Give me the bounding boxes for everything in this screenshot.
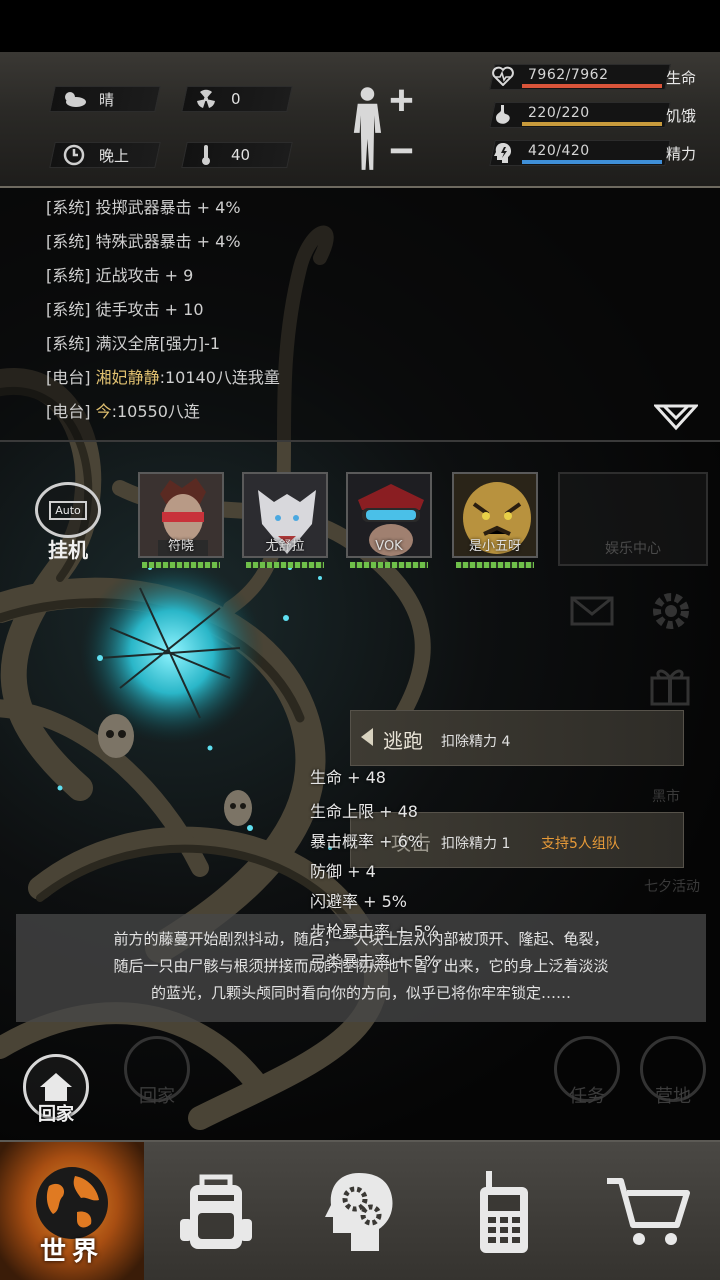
backpack-icon <box>180 1174 252 1249</box>
flee-cost: 扣除精力 4 <box>441 734 511 750</box>
hp-value: 7962/7962 <box>528 67 609 83</box>
member-name: 尤舒拉 <box>265 539 305 554</box>
log-line: [系统] 满汉全席[强力]-1 <box>46 334 221 353</box>
buff-text: 生命 + 48 <box>310 768 386 787</box>
nav-world[interactable]: 世界 <box>0 1142 144 1280</box>
hp-bar <box>522 84 662 88</box>
camp-button[interactable]: 营地 <box>638 1036 708 1126</box>
member-hp-bar <box>350 562 428 568</box>
temperature-slot: 40 <box>181 142 293 168</box>
hunger-value: 220/220 <box>528 105 590 121</box>
auto-battle-button[interactable]: Auto 挂机 <box>32 482 104 562</box>
attack-cost: 扣除精力 1 <box>441 836 511 852</box>
radiation-icon <box>193 89 219 109</box>
party-member[interactable]: 尤舒拉 <box>242 472 328 568</box>
stats-header: 晴 0 晚上 40 7962/7962 生命 220/220 饥饿 420/42… <box>0 52 720 188</box>
brain-head-icon <box>325 1173 393 1251</box>
weather-slot: 晴 <box>49 86 161 112</box>
arrow-left-icon <box>361 728 373 746</box>
log-line: [系统] 徒手攻击 + 10 <box>46 300 204 319</box>
hp-stat: 7962/7962 生命 <box>482 64 712 92</box>
entertainment-label: 娱乐中心 <box>605 541 661 557</box>
member-hp-bar <box>246 562 324 568</box>
member-hp-bar <box>142 562 220 568</box>
buff-text: 生命上限 + 48 <box>310 802 418 821</box>
log-divider <box>0 440 720 442</box>
nav-world-label: 世界 <box>39 1237 104 1267</box>
activity-label[interactable]: 七夕活动 <box>644 876 700 896</box>
party-member[interactable]: VOK <box>346 472 432 568</box>
energy-label: 精力 <box>666 145 697 163</box>
ghost-home-button: 回家 <box>122 1036 192 1126</box>
gear-icon[interactable] <box>648 588 694 634</box>
auto-screen-text: Auto <box>49 500 87 520</box>
log-line: [系统] 近战攻击 + 9 <box>46 266 194 285</box>
black-market-label[interactable]: 黑市 <box>652 786 680 806</box>
status-bar <box>0 0 720 52</box>
member-name: 符晓 <box>167 539 194 554</box>
walkie-talkie-icon <box>480 1171 528 1253</box>
flee-button[interactable]: 逃跑 扣除精力 4 <box>350 710 684 766</box>
radiation-value: 0 <box>231 90 241 108</box>
battle-scene: [系统] 投掷武器暴击 + 4% [系统] 特殊武器暴击 + 4% [系统] 近… <box>0 188 720 1140</box>
gift-icon[interactable] <box>648 662 692 706</box>
energy-bar <box>522 160 662 164</box>
nav-shop[interactable] <box>576 1142 720 1280</box>
auto-label: 挂机 <box>48 538 88 562</box>
flee-title: 逃跑 <box>383 729 423 753</box>
hunger-label: 饥饿 <box>666 107 697 125</box>
buff-text: 暴击概率 + 6% <box>310 832 423 851</box>
body-status-icon[interactable] <box>348 84 418 174</box>
weather-value: 晴 <box>99 90 115 109</box>
energy-stat: 420/420 精力 <box>482 140 712 168</box>
buff-text: 防御 + 4 <box>310 862 376 881</box>
task-label: 任务 <box>569 1086 605 1107</box>
bottom-navigation: 世界 <box>0 1140 720 1280</box>
buff-text: 步枪暴击率 + 5% <box>310 922 439 941</box>
go-home-button[interactable]: 回家 <box>20 1054 92 1134</box>
nav-skills[interactable] <box>288 1142 432 1280</box>
member-name: VOK <box>375 539 403 554</box>
energy-value: 420/420 <box>528 143 590 159</box>
nav-backpack[interactable] <box>144 1142 288 1280</box>
temperature-value: 40 <box>231 146 251 164</box>
energy-head-icon <box>492 142 514 164</box>
heart-pulse-icon <box>492 66 514 88</box>
party-member[interactable]: 是小五呀 <box>452 472 538 568</box>
nav-radio[interactable] <box>432 1142 576 1280</box>
hunger-bar <box>522 122 662 126</box>
stomach-icon <box>492 104 514 126</box>
thermometer-icon <box>193 145 219 165</box>
hunger-stat: 220/220 饥饿 <box>482 102 712 130</box>
log-line: [电台] 湘妃静静:10140八连我童 <box>46 368 280 387</box>
collapse-log-icon[interactable] <box>654 402 698 432</box>
go-home-label: 回家 <box>38 1104 74 1125</box>
narration-line: 的蓝光，几颗头颅同时看向你的方向，似乎已将你牢牢锁定…… <box>150 984 571 1002</box>
message-log[interactable]: [系统] 投掷武器暴击 + 4% [系统] 特殊武器暴击 + 4% [系统] 近… <box>0 188 720 440</box>
shopping-cart-icon <box>607 1178 690 1245</box>
time-value: 晚上 <box>99 146 130 165</box>
ghost-home-label: 回家 <box>139 1086 175 1107</box>
radiation-slot: 0 <box>181 86 293 112</box>
camp-label: 营地 <box>655 1086 691 1107</box>
party-member[interactable]: 符晓 <box>138 472 224 568</box>
mail-icon[interactable] <box>570 596 614 626</box>
log-line: [系统] 特殊武器暴击 + 4% <box>46 232 241 251</box>
buff-text: 闪避率 + 5% <box>310 892 407 911</box>
task-button[interactable]: 任务 <box>552 1036 622 1126</box>
cloud-sun-icon <box>61 89 87 109</box>
attack-party-note: 支持5人组队 <box>541 836 620 852</box>
log-line: [电台] 今:10550八连 <box>46 402 200 421</box>
log-line: [系统] 投掷武器暴击 + 4% <box>46 198 241 217</box>
member-name: 是小五呀 <box>468 539 521 554</box>
buff-text: 弓类暴击率 + 5% <box>310 952 439 971</box>
member-hp-bar <box>456 562 534 568</box>
clock-icon <box>61 144 87 166</box>
entertainment-center-button[interactable]: 娱乐中心 <box>558 472 708 566</box>
time-slot: 晚上 <box>49 142 161 168</box>
hp-label: 生命 <box>666 69 697 87</box>
